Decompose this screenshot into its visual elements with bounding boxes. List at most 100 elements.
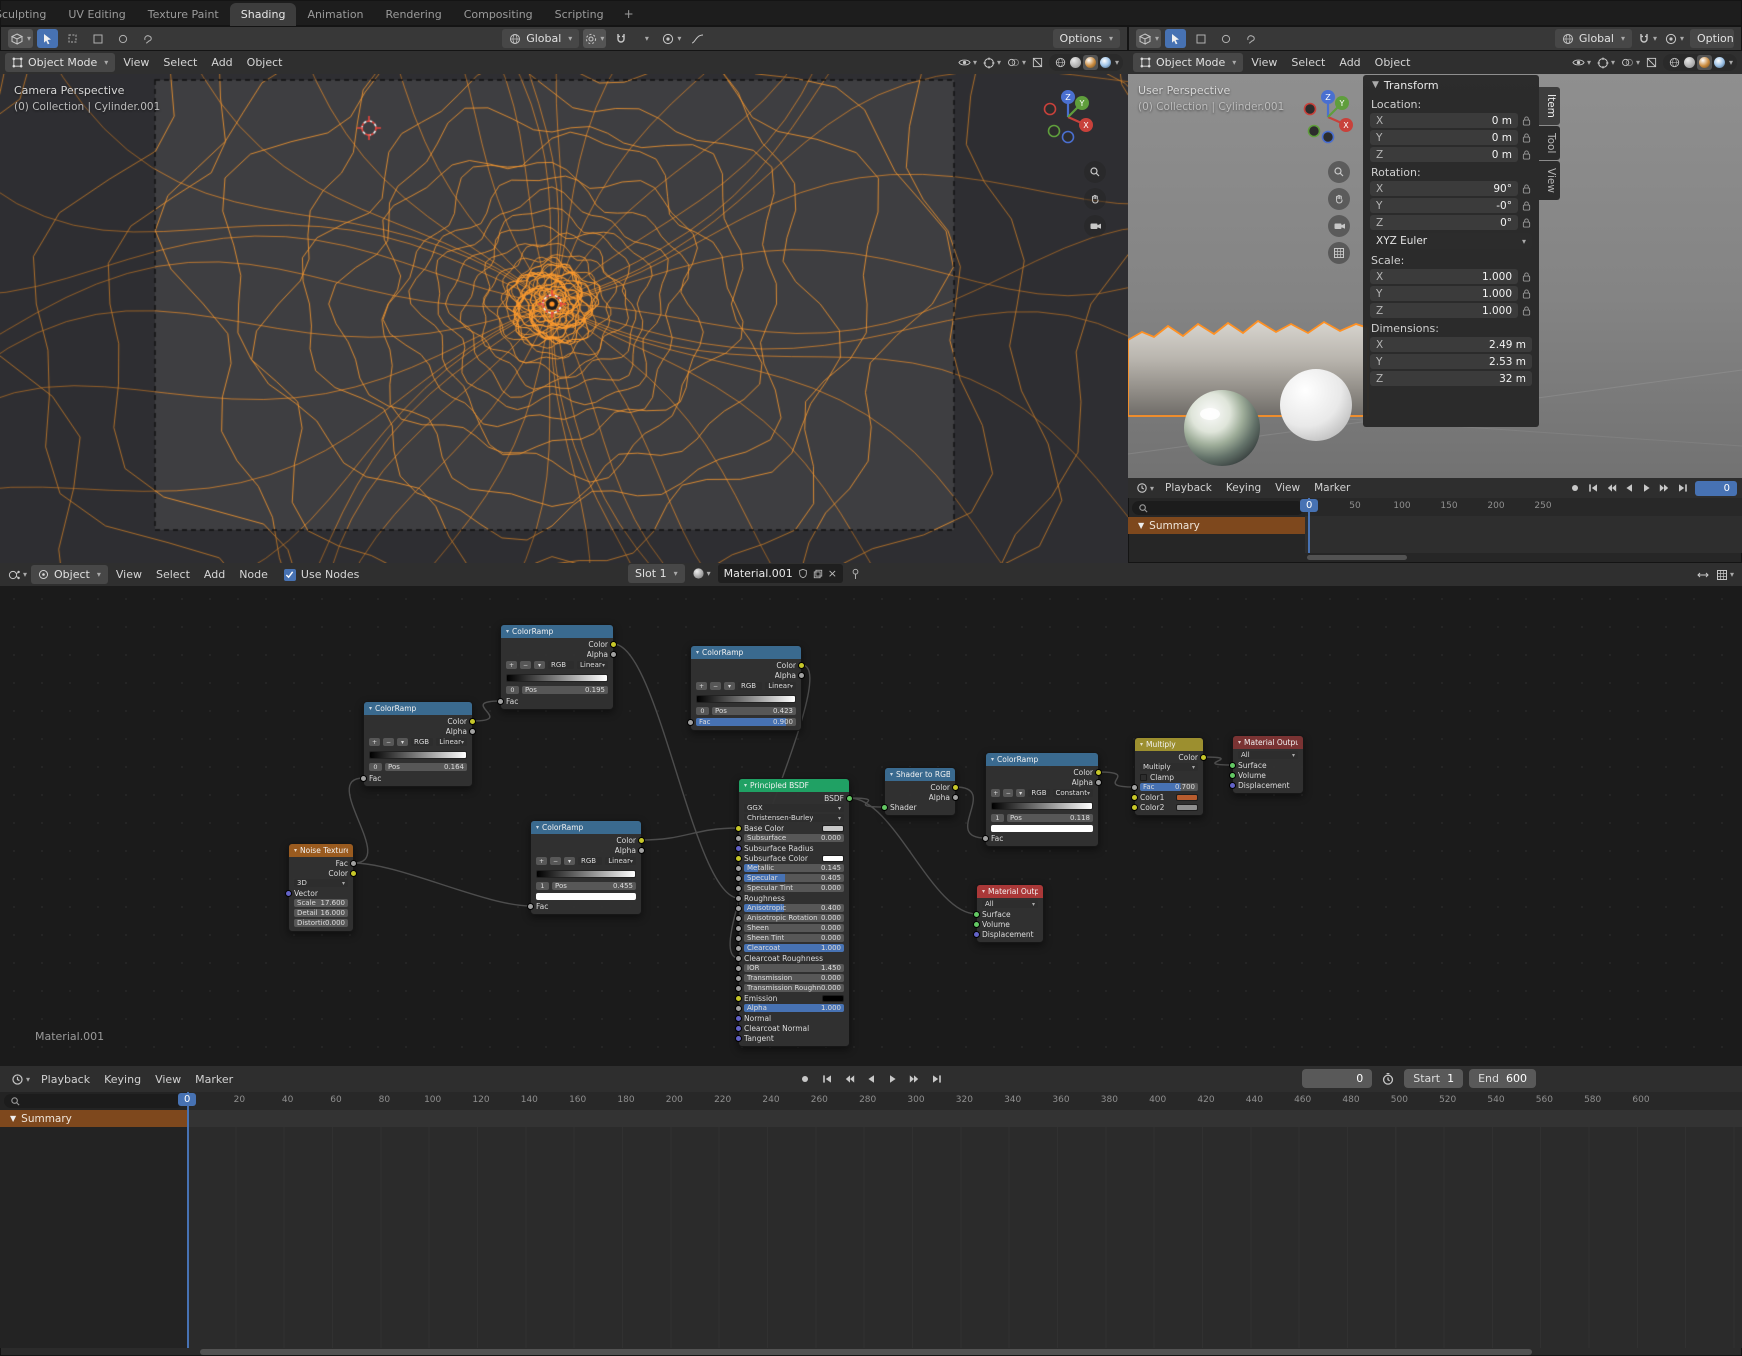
menu-shader-node[interactable]: Node — [232, 566, 275, 583]
camera-view-button[interactable] — [1084, 215, 1106, 237]
ramp-options-button[interactable]: ▾ — [1015, 789, 1026, 797]
color-ramp-gradient[interactable] — [991, 801, 1093, 810]
use-preview-range-toggle[interactable] — [1378, 1070, 1398, 1088]
snap-toggle[interactable] — [610, 29, 631, 48]
node-dropdown[interactable]: 3D ▾ — [294, 879, 348, 887]
input-socket[interactable] — [735, 904, 742, 912]
channel-search-input[interactable] — [1132, 501, 1304, 515]
shader-type-dropdown[interactable]: Object ▾ — [31, 565, 108, 584]
color-swatch[interactable] — [1176, 803, 1198, 811]
input-socket[interactable] — [735, 1014, 742, 1022]
node-slider[interactable]: IOR 1.450 — [744, 964, 844, 972]
input-socket[interactable] — [735, 974, 742, 982]
ramp-options-button[interactable]: ▾ — [724, 682, 735, 690]
pan-button[interactable] — [1328, 188, 1350, 210]
menu-tlb-marker[interactable]: Marker — [188, 1071, 240, 1088]
copy-icon[interactable] — [813, 569, 823, 579]
transport-play-reverse-button[interactable] — [1620, 481, 1637, 496]
transform-scale-y-field[interactable]: Y 1.000 — [1370, 286, 1518, 301]
viewport-3d-left[interactable]: Object Mode ▾ View Select Add Object ▾ ▾ ▾ ▾… — [0, 51, 1128, 563]
transform-scale-x-field[interactable]: X 1.000 — [1370, 269, 1518, 284]
timeline-bottom-hscrollbar[interactable] — [200, 1349, 1532, 1355]
color-ramp-gradient[interactable] — [506, 673, 608, 682]
timeline-editor-dropdown[interactable]: ▾ — [1133, 479, 1157, 497]
timeline-editor-dropdown[interactable]: ▾ — [8, 1070, 33, 1088]
options-dropdown[interactable]: Options ▾ — [1052, 29, 1120, 48]
transport-jump-end-button[interactable] — [1674, 481, 1691, 496]
vpr-shading-solid[interactable] — [1682, 55, 1697, 70]
lock-toggle[interactable] — [1522, 184, 1532, 194]
menu-vpl-select[interactable]: Select — [156, 54, 204, 71]
timeline-right-ruler[interactable]: 050100150200250 — [1305, 498, 1742, 516]
interpolation-dropdown[interactable]: Linear ▾ — [436, 738, 467, 746]
vpr-shading-dropdown[interactable]: ▾ — [1729, 58, 1733, 67]
color-swatch[interactable] — [822, 994, 844, 1002]
input-socket[interactable] — [735, 884, 742, 892]
node-dropdown[interactable]: GGX ▾ — [744, 804, 844, 812]
lock-toggle[interactable] — [1522, 133, 1532, 143]
input-socket[interactable] — [735, 924, 742, 932]
vpl-shading-wireframe[interactable] — [1053, 55, 1068, 70]
node-slider[interactable]: Scale 17.600 — [294, 899, 348, 907]
color-mode-dropdown[interactable]: RGB — [1028, 789, 1050, 797]
stop-index-field[interactable]: 1 — [536, 882, 549, 890]
workspace-tab-animation[interactable]: Animation — [296, 3, 374, 26]
lock-toggle[interactable] — [1522, 201, 1532, 211]
menu-tlr-playback[interactable]: Playback — [1158, 480, 1219, 496]
stop-index-field[interactable]: 0 — [506, 686, 519, 694]
node-slider[interactable]: Distortion0.000 — [294, 919, 348, 927]
stop-index-field[interactable]: 0 — [696, 707, 709, 715]
color-swatch[interactable] — [822, 824, 844, 832]
node-header[interactable]: ▾Material Output — [977, 885, 1043, 898]
color-swatch[interactable] — [822, 854, 844, 862]
shader-editor-dropdown[interactable]: ▾ — [5, 566, 30, 584]
node-principled-bsdf-bsdf[interactable]: ▾ Principled BSDF BSDF GGX ▾ Christensen-Burl… — [735, 778, 853, 1047]
input-socket[interactable] — [881, 803, 888, 811]
output-socket[interactable] — [952, 793, 959, 801]
node-material-output-out2[interactable]: ▾Material Output All▾SurfaceVolumeDisplac… — [973, 884, 1044, 943]
channel-summary[interactable]: ▼ Summary — [1128, 517, 1305, 534]
remove-stop-button[interactable]: − — [1003, 789, 1013, 797]
interpolation-dropdown[interactable]: Constant ▾ — [1052, 789, 1093, 797]
node-header[interactable]: ▾ Noise Texture — [289, 844, 353, 857]
current-frame-field[interactable]: 0 — [1695, 480, 1737, 496]
transport-play-button[interactable] — [1638, 481, 1655, 496]
input-socket[interactable] — [735, 934, 742, 942]
menu-tlb-keying[interactable]: Keying — [97, 1071, 148, 1088]
mode-dropdown-left[interactable]: Object Mode ▾ — [5, 53, 116, 72]
input-socket[interactable] — [360, 774, 367, 782]
node-header[interactable]: ▾ ColorRamp — [501, 625, 613, 638]
input-socket[interactable] — [973, 910, 980, 918]
node-colorramp-cr4[interactable]: ▾ ColorRamp Color Alpha + − ▾ RGB Linear ▾ 1 Pos 0.4… — [527, 820, 645, 915]
stop-color-field[interactable] — [536, 893, 636, 900]
transform-rotation-z-field[interactable]: Z 0° — [1370, 215, 1518, 230]
use-nodes-checkbox[interactable]: Use Nodes — [283, 568, 359, 581]
node-snapping-button[interactable] — [1694, 566, 1712, 584]
input-socket[interactable] — [285, 889, 292, 897]
stop-position-field[interactable]: Pos 0.118 — [1007, 814, 1093, 822]
transport-key-prev-button[interactable] — [839, 1070, 859, 1088]
node-slider[interactable]: Metallic 0.145 — [744, 864, 844, 872]
transform-orientation-dropdown[interactable]: Global ▾ — [502, 29, 580, 48]
input-socket[interactable] — [973, 920, 980, 928]
current-frame-field[interactable]: 0 — [1302, 1069, 1373, 1088]
stop-position-field[interactable]: Pos 0.455 — [552, 882, 636, 890]
node-material-output-out1[interactable]: ▾ Material Output All ▾ Surface Volume Displac… — [1229, 735, 1304, 794]
node-header[interactable]: ▾ Principled BSDF — [739, 779, 849, 792]
workspace-tab-scripting[interactable]: Scripting — [544, 3, 615, 26]
node-header[interactable]: ▾Material Output — [1233, 736, 1303, 749]
output-socket[interactable] — [1095, 768, 1102, 776]
lock-toggle[interactable] — [1522, 272, 1532, 282]
node-slider[interactable]: Clearcoat 1.000 — [744, 944, 844, 952]
node-colorramp-cr5[interactable]: ▾ ColorRamp Color Alpha + − ▾ RGB Constant ▾ 1 Pos 0… — [982, 752, 1102, 847]
input-socket[interactable] — [735, 844, 742, 852]
node-dropdown[interactable]: Christensen-Burley ▾ — [744, 814, 844, 822]
transform-dimensions-z-field[interactable]: Z 32 m — [1370, 371, 1532, 386]
workspace-tab-compositing[interactable]: Compositing — [453, 3, 544, 26]
input-socket[interactable] — [497, 697, 504, 705]
transform-dimensions-y-field[interactable]: Y 2.53 m — [1370, 354, 1532, 369]
node-multiply-mult[interactable]: ▾ Multiply Color Multiply ▾ Clamp Fac 0.700 Colo… — [1131, 737, 1207, 816]
viewport-left-canvas[interactable] — [0, 74, 1128, 563]
add-workspace-button[interactable]: + — [615, 2, 643, 26]
transport-key-next-button[interactable] — [905, 1070, 925, 1088]
